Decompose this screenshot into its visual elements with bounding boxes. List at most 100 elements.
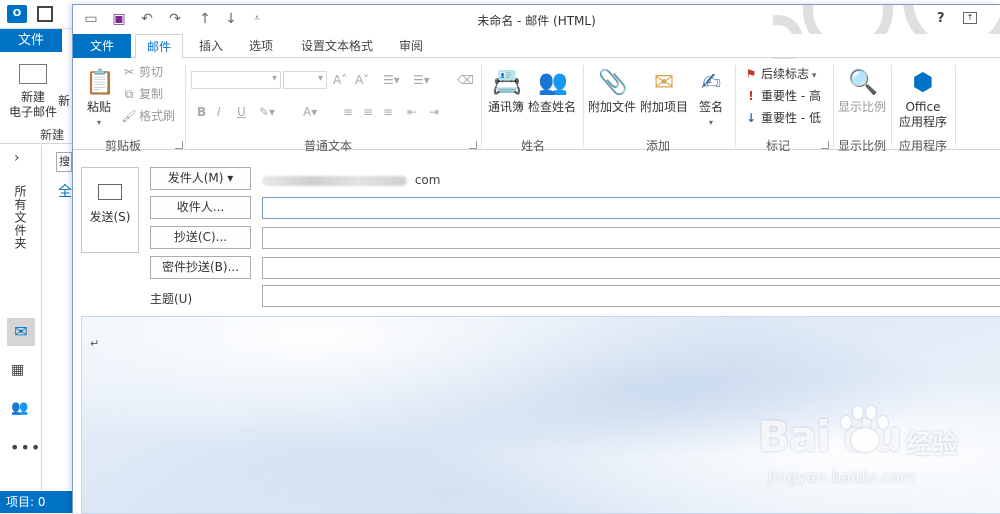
highlight-icon[interactable]: ✎▾ [259, 103, 275, 121]
group-apps-label: 应用程序 [898, 139, 947, 153]
down-arrow-icon: ↓ [745, 111, 757, 125]
high-importance-label: 重要性 - 高 [761, 89, 821, 103]
baidu-jingyan-watermark: Bai du 经验 jingyan.baidu.com [758, 402, 998, 502]
increase-indent-icon[interactable]: ⇥ [429, 103, 439, 121]
group-new-label: 新建 [40, 128, 65, 142]
group-include-label: 添加 [645, 139, 670, 153]
tab-insert[interactable]: 插入 [191, 34, 231, 58]
group-clipboard-label: 剪贴板 [104, 139, 141, 153]
group-separator [583, 65, 584, 147]
exclamation-icon: ! [748, 89, 754, 103]
ribbon-display-options-icon[interactable]: ↑ [963, 12, 977, 24]
main-search-input[interactable]: 搜 [56, 152, 72, 172]
numbering-icon[interactable]: ☰▾ [413, 71, 430, 89]
low-importance-button[interactable]: ↓ 重要性 - 低 [743, 109, 821, 127]
attach-item-button[interactable]: ✉ 附加项目 [639, 67, 689, 115]
people-nav-icon[interactable]: 👥 [11, 400, 28, 416]
font-color-icon[interactable]: A▾ [303, 103, 317, 121]
address-book-button[interactable]: 📇 通讯簿 [487, 67, 525, 115]
font-name-combo[interactable] [191, 71, 281, 89]
clear-formatting-icon[interactable]: ⌫ [457, 71, 474, 89]
signature-button[interactable]: ✍ 签名 ▾ [693, 67, 729, 130]
grow-font-icon[interactable]: A˄ [333, 71, 347, 89]
tab-format-text[interactable]: 设置文本格式 [295, 34, 379, 58]
to-field[interactable] [262, 197, 1000, 219]
new-items-button[interactable]: 新 [58, 92, 70, 109]
office-apps-button[interactable]: ⬢ Office 应用程序 [895, 67, 951, 130]
group-basic-text-label: 普通文本 [303, 139, 352, 153]
new-email-button[interactable]: 新建 电子邮件 [8, 64, 58, 120]
group-separator [955, 65, 956, 147]
subject-label: 主题(U) [150, 292, 193, 306]
underline-icon[interactable]: U [237, 103, 246, 121]
send-envelope-icon [98, 184, 122, 200]
to-button[interactable]: 收件人... [150, 196, 251, 219]
font-size-combo[interactable] [283, 71, 327, 89]
high-importance-button[interactable]: ! 重要性 - 高 [743, 87, 821, 105]
group-tags-label: 标记 [765, 139, 790, 153]
follow-up-button[interactable]: ⚑ 后续标志 ▾ [743, 65, 817, 85]
group-zoom-label: 显示比例 [837, 139, 886, 153]
tab-review[interactable]: 审阅 [391, 34, 431, 58]
subject-field[interactable] [262, 285, 1000, 307]
basic-text-dialog-launcher-icon[interactable] [469, 141, 477, 149]
italic-icon[interactable]: I [217, 103, 221, 121]
clipboard-dialog-launcher-icon[interactable] [175, 141, 183, 149]
expand-folder-pane-chevron-icon[interactable]: › [14, 150, 20, 166]
group-separator [735, 65, 736, 147]
send-button[interactable]: 发送(S) [81, 167, 139, 253]
group-separator [185, 65, 186, 147]
more-nav-icon[interactable]: ••• [10, 438, 41, 457]
paintbrush-icon: 🖌 [121, 109, 137, 123]
group-separator [833, 65, 834, 147]
envelope-attach-icon: ✉ [653, 68, 675, 96]
ribbon-message: 📋 粘贴 ▾ ✂剪切 ⧉复制 🖌格式刷 剪贴板 A˄ A˅ ☰▾ ☰▾ ⌫ B … [73, 59, 1000, 153]
new-email-label: 新建 电子邮件 [8, 90, 57, 119]
from-address-suffix: com [414, 173, 441, 187]
decrease-indent-icon[interactable]: ⇤ [407, 103, 417, 121]
address-book-label: 通讯簿 [487, 100, 524, 114]
main-save-icon[interactable] [37, 6, 53, 22]
filter-all-link[interactable]: 全 [58, 181, 72, 201]
format-painter-button[interactable]: 🖌 格式刷 [121, 107, 175, 125]
main-file-tab[interactable]: 文件 [0, 29, 62, 52]
office-store-icon: ⬢ [912, 68, 934, 96]
paste-button[interactable]: 📋 粘贴 ▾ [81, 67, 117, 130]
mail-nav-icon[interactable]: ✉ [7, 318, 35, 346]
bcc-button[interactable]: 密件抄送(B)... [150, 256, 251, 279]
bcc-field[interactable] [262, 257, 1000, 279]
format-painter-label: 格式刷 [139, 109, 176, 123]
shrink-font-icon[interactable]: A˅ [355, 71, 369, 89]
align-right-icon[interactable]: ≡ [383, 103, 393, 121]
from-button[interactable]: 发件人(M) ▾ [150, 167, 251, 190]
bold-icon[interactable]: B [197, 103, 206, 121]
tab-file[interactable]: 文件 [73, 34, 131, 58]
from-address: com [262, 173, 440, 187]
cc-button[interactable]: 抄送(C)... [150, 226, 251, 249]
align-left-icon[interactable]: ≡ [343, 103, 353, 121]
send-label: 发送(S) [89, 210, 131, 224]
bullets-icon[interactable]: ☰▾ [383, 71, 400, 89]
calendar-nav-icon[interactable]: ▦ [11, 362, 24, 378]
cc-field[interactable] [262, 227, 1000, 249]
status-bar-items-count: 项目: 0 [0, 491, 72, 513]
check-names-button[interactable]: 👥 检查姓名 [527, 67, 577, 115]
check-names-label: 检查姓名 [527, 100, 576, 114]
tab-options[interactable]: 选项 [241, 34, 281, 58]
copy-button[interactable]: ⧉ 复制 [121, 85, 163, 103]
cut-button[interactable]: ✂ 剪切 [121, 63, 163, 81]
ribbon-tabs: 文件 邮件 插入 选项 设置文本格式 审阅 [73, 34, 1000, 59]
group-separator [891, 65, 892, 147]
low-importance-label: 重要性 - 低 [761, 111, 821, 125]
attach-file-button[interactable]: 📎 附加文件 [587, 67, 637, 115]
all-folders-label[interactable]: 所有文件夹 [12, 185, 29, 250]
align-center-icon[interactable]: ≡ [363, 103, 373, 121]
zoom-label: 显示比例 [837, 100, 886, 114]
address-book-icon: 📇 [492, 68, 522, 96]
help-button[interactable]: ? [937, 11, 945, 26]
copy-icon: ⧉ [124, 87, 134, 101]
zoom-button[interactable]: 🔍 显示比例 [837, 67, 887, 115]
envelope-icon [19, 64, 47, 84]
tags-dialog-launcher-icon[interactable] [821, 141, 829, 149]
tab-message[interactable]: 邮件 [135, 34, 183, 59]
